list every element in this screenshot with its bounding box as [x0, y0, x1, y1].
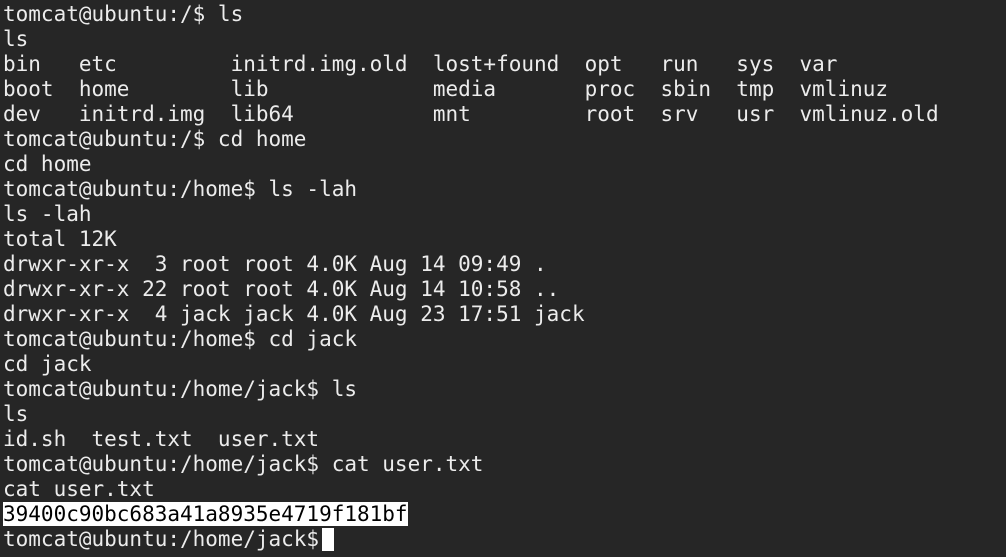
terminal-line: ls -lah: [3, 202, 92, 226]
terminal-line: total 12K: [3, 227, 117, 251]
terminal-line: boot home lib media proc sbin tmp vmlinu…: [3, 77, 889, 101]
terminal-line: drwxr-xr-x 3 root root 4.0K Aug 14 09:49…: [3, 252, 547, 276]
terminal-line: tomcat@ubuntu:/home$ ls -lah: [3, 177, 358, 201]
terminal-line: id.sh test.txt user.txt: [3, 427, 320, 451]
terminal-line: cat user.txt: [3, 477, 155, 501]
flag-output-selected-text[interactable]: 39400c90bc683a41a8935e4719f181bf: [3, 502, 408, 526]
text-cursor: [322, 528, 335, 551]
terminal-line: tomcat@ubuntu:/home/jack$ cat user.txt: [3, 452, 484, 476]
current-prompt: tomcat@ubuntu:/home/jack$: [3, 527, 320, 551]
terminal-line: drwxr-xr-x 4 jack jack 4.0K Aug 23 17:51…: [3, 302, 585, 326]
current-prompt-line[interactable]: tomcat@ubuntu:/home/jack$: [3, 527, 1006, 552]
terminal-line: cd jack: [3, 352, 92, 376]
terminal-line: drwxr-xr-x 22 root root 4.0K Aug 14 10:5…: [3, 277, 560, 301]
terminal-line: cd home: [3, 152, 92, 176]
terminal-window[interactable]: tomcat@ubuntu:/$ ls ls bin etc initrd.im…: [0, 0, 1006, 557]
terminal-line: tomcat@ubuntu:/$ cd home: [3, 127, 307, 151]
terminal-line: bin etc initrd.img.old lost+found opt ru…: [3, 52, 838, 76]
terminal-line: ls: [3, 27, 29, 51]
terminal-line: dev initrd.img lib64 mnt root srv usr vm…: [3, 102, 939, 126]
terminal-line: tomcat@ubuntu:/home$ cd jack: [3, 327, 358, 351]
flag-output-line: 39400c90bc683a41a8935e4719f181bf: [3, 502, 1006, 527]
terminal-line: tomcat@ubuntu:/$ ls: [3, 2, 244, 26]
terminal-line: tomcat@ubuntu:/home/jack$ ls: [3, 377, 358, 401]
terminal-line: ls: [3, 402, 29, 426]
